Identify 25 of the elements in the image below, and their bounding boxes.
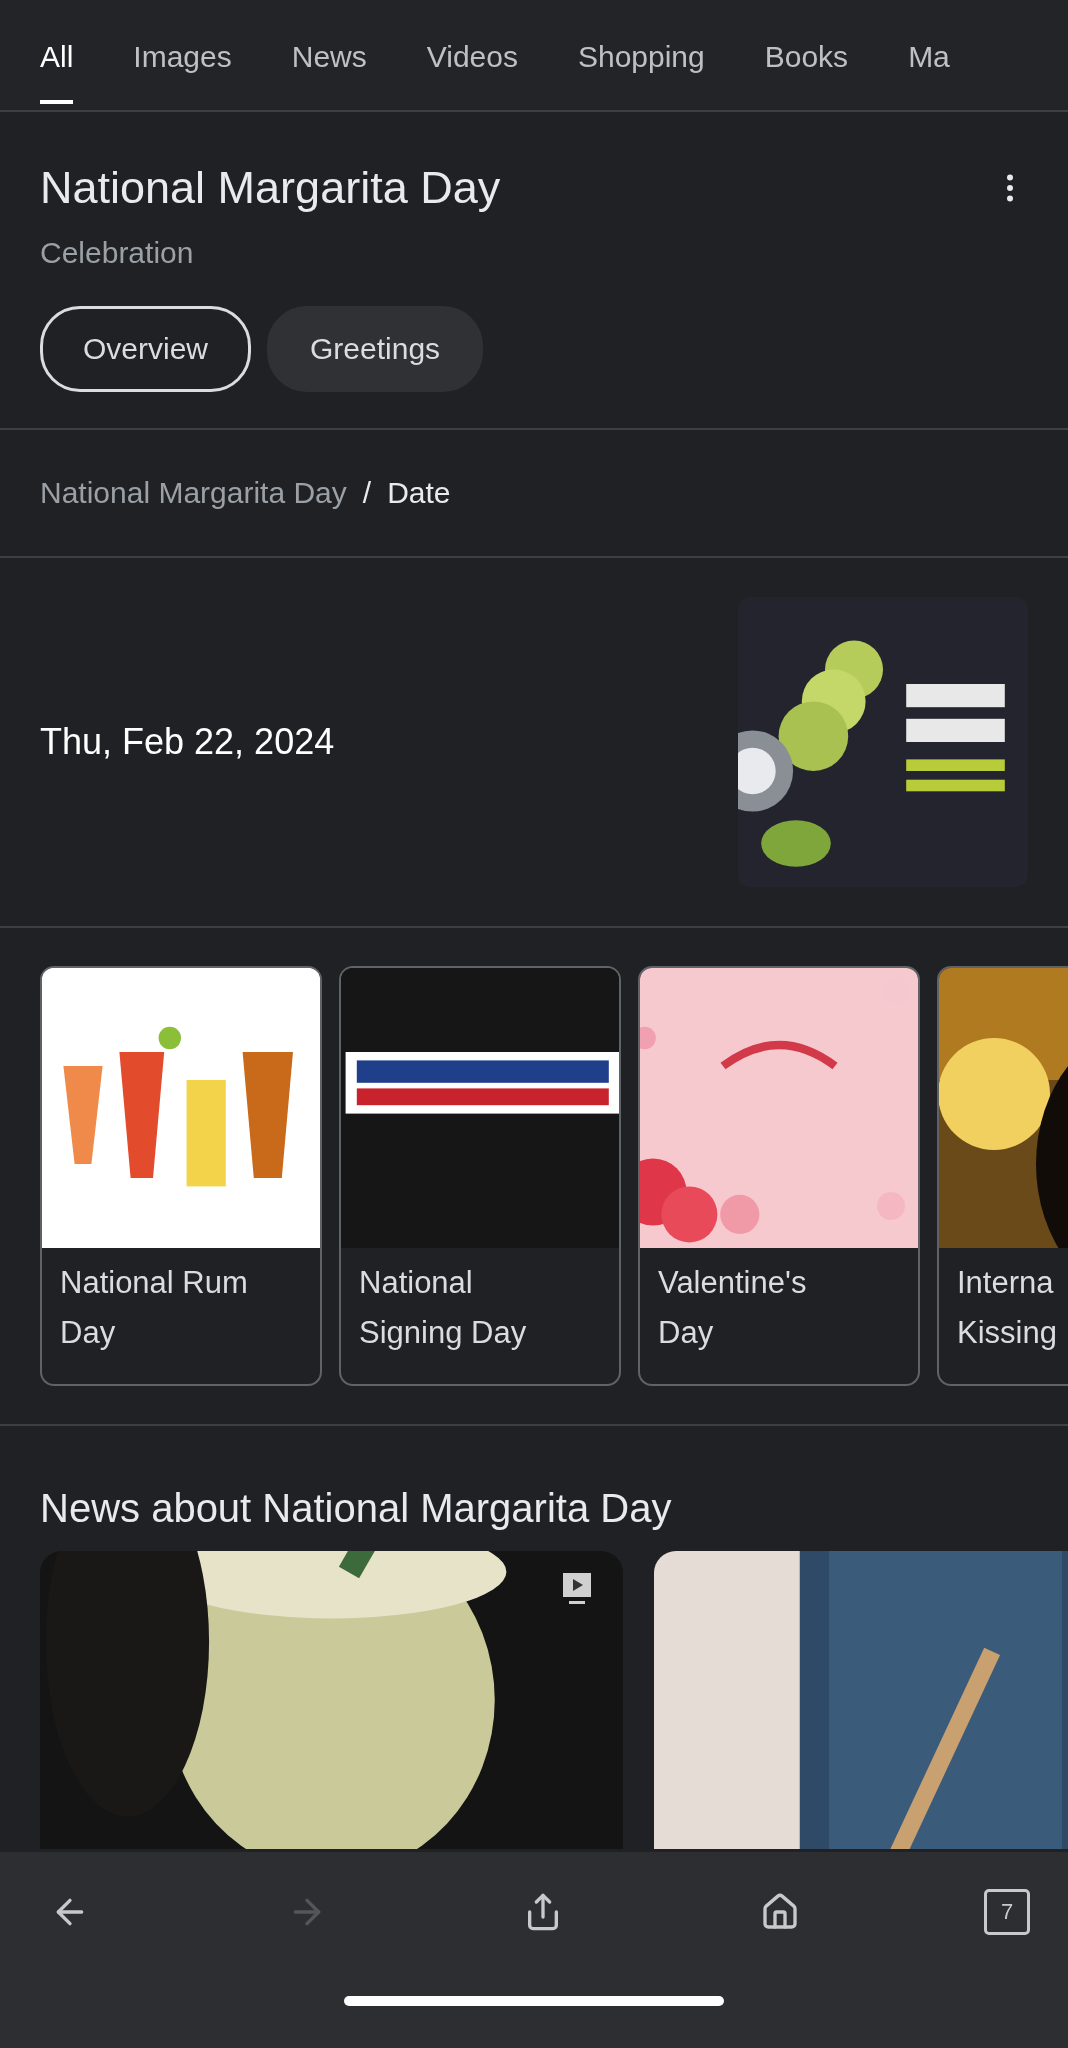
- related-event-card[interactable]: National Signing Day: [339, 966, 621, 1386]
- search-tab[interactable]: Ma: [908, 10, 950, 104]
- date-answer: Thu, Feb 22, 2024: [40, 721, 335, 763]
- filter-chip[interactable]: Overview: [40, 306, 252, 392]
- card-title: National Rum Day: [59, 1264, 249, 1352]
- related-event-card[interactable]: Interna Kissing: [937, 966, 1068, 1386]
- search-tab[interactable]: Shopping: [577, 10, 705, 104]
- related-event-card[interactable]: Valentine's Day: [638, 966, 920, 1386]
- search-tab[interactable]: News: [291, 10, 367, 104]
- card-title: Interna Kissing: [956, 1264, 1058, 1352]
- section-heading: News about National Margarita Day: [39, 1485, 673, 1532]
- entity-subtitle: Celebration: [40, 236, 195, 270]
- search-tab[interactable]: Videos: [426, 10, 518, 104]
- filter-chip[interactable]: Greetings: [267, 306, 484, 392]
- card-title: National Signing Day: [358, 1264, 528, 1352]
- tab-switcher-button[interactable]: 7: [984, 1889, 1030, 1935]
- search-tab[interactable]: Images: [133, 10, 232, 104]
- card-title: Valentine's Day: [657, 1264, 808, 1352]
- search-tab[interactable]: Books: [764, 10, 849, 104]
- breadcrumb-separator: /: [362, 476, 372, 510]
- related-event-card[interactable]: National Rum Day: [40, 966, 322, 1386]
- entity-title: National Margarita Day: [40, 162, 501, 214]
- breadcrumb-current: Date: [387, 476, 451, 510]
- search-tab[interactable]: All: [40, 10, 74, 104]
- breadcrumb-link[interactable]: National Margarita Day: [40, 476, 347, 510]
